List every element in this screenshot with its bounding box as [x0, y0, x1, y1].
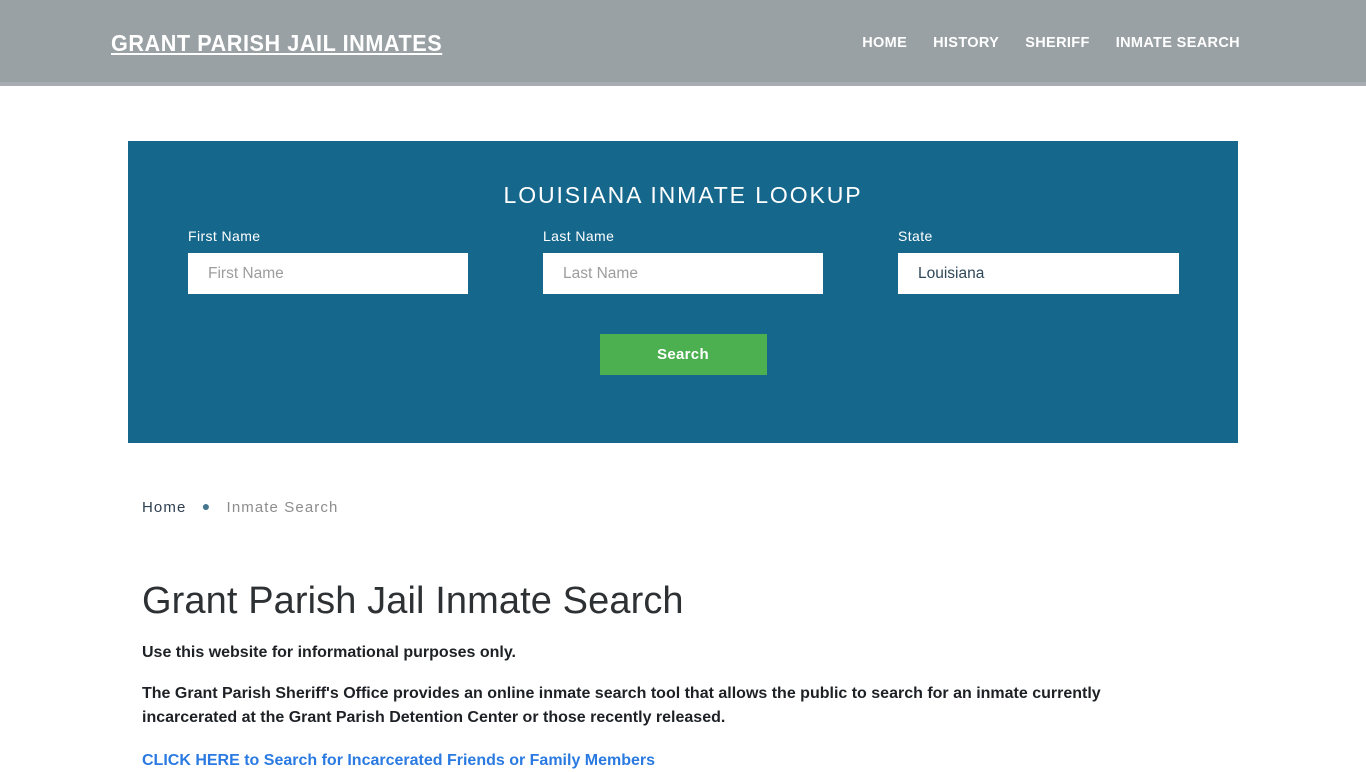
page-content: Home ● Inmate Search Grant Parish Jail I…: [142, 497, 1202, 772]
first-name-input[interactable]: [188, 253, 468, 294]
header-bottom-strip: [0, 82, 1366, 86]
last-name-field-group: Last Name: [543, 228, 823, 294]
state-input[interactable]: [898, 253, 1179, 294]
inmate-search-cta-link[interactable]: CLICK HERE to Search for Incarcerated Fr…: [142, 750, 655, 772]
main-navigation: Home History Sheriff Inmate Search: [849, 0, 1254, 86]
state-label: State: [898, 228, 933, 244]
state-field-group: State: [898, 228, 1179, 294]
breadcrumb-home-link[interactable]: Home: [142, 499, 186, 516]
nav-item-inmate-search[interactable]: Inmate Search: [1102, 0, 1254, 86]
breadcrumb-separator-icon: ●: [201, 498, 212, 514]
breadcrumb-current-page: Inmate Search: [226, 499, 339, 516]
site-header: Grant Parish Jail Inmates Home History S…: [0, 0, 1366, 86]
site-brand-title[interactable]: Grant Parish Jail Inmates: [111, 30, 442, 57]
page-body-paragraph: The Grant Parish Sheriff's Office provid…: [142, 685, 1101, 726]
breadcrumb: Home ● Inmate Search: [142, 497, 1202, 518]
nav-item-history[interactable]: History: [920, 0, 1012, 86]
search-button-row: Search: [128, 334, 1238, 375]
page-lede-text: Use this website for informational purpo…: [142, 644, 516, 661]
nav-item-sheriff[interactable]: Sheriff: [1012, 0, 1102, 86]
nav-item-home[interactable]: Home: [849, 0, 920, 86]
search-button[interactable]: Search: [599, 334, 767, 375]
lookup-panel-title: Louisiana Inmate Lookup: [503, 182, 863, 208]
inmate-lookup-panel: Louisiana Inmate Lookup First Name Last …: [128, 141, 1238, 443]
first-name-field-group: First Name: [188, 228, 468, 294]
lookup-fields-row: First Name Last Name State: [128, 228, 1238, 318]
last-name-label: Last Name: [543, 228, 615, 244]
page-title: Grant Parish Jail Inmate Search: [142, 580, 684, 622]
last-name-input[interactable]: [543, 253, 823, 294]
first-name-label: First Name: [188, 228, 261, 244]
